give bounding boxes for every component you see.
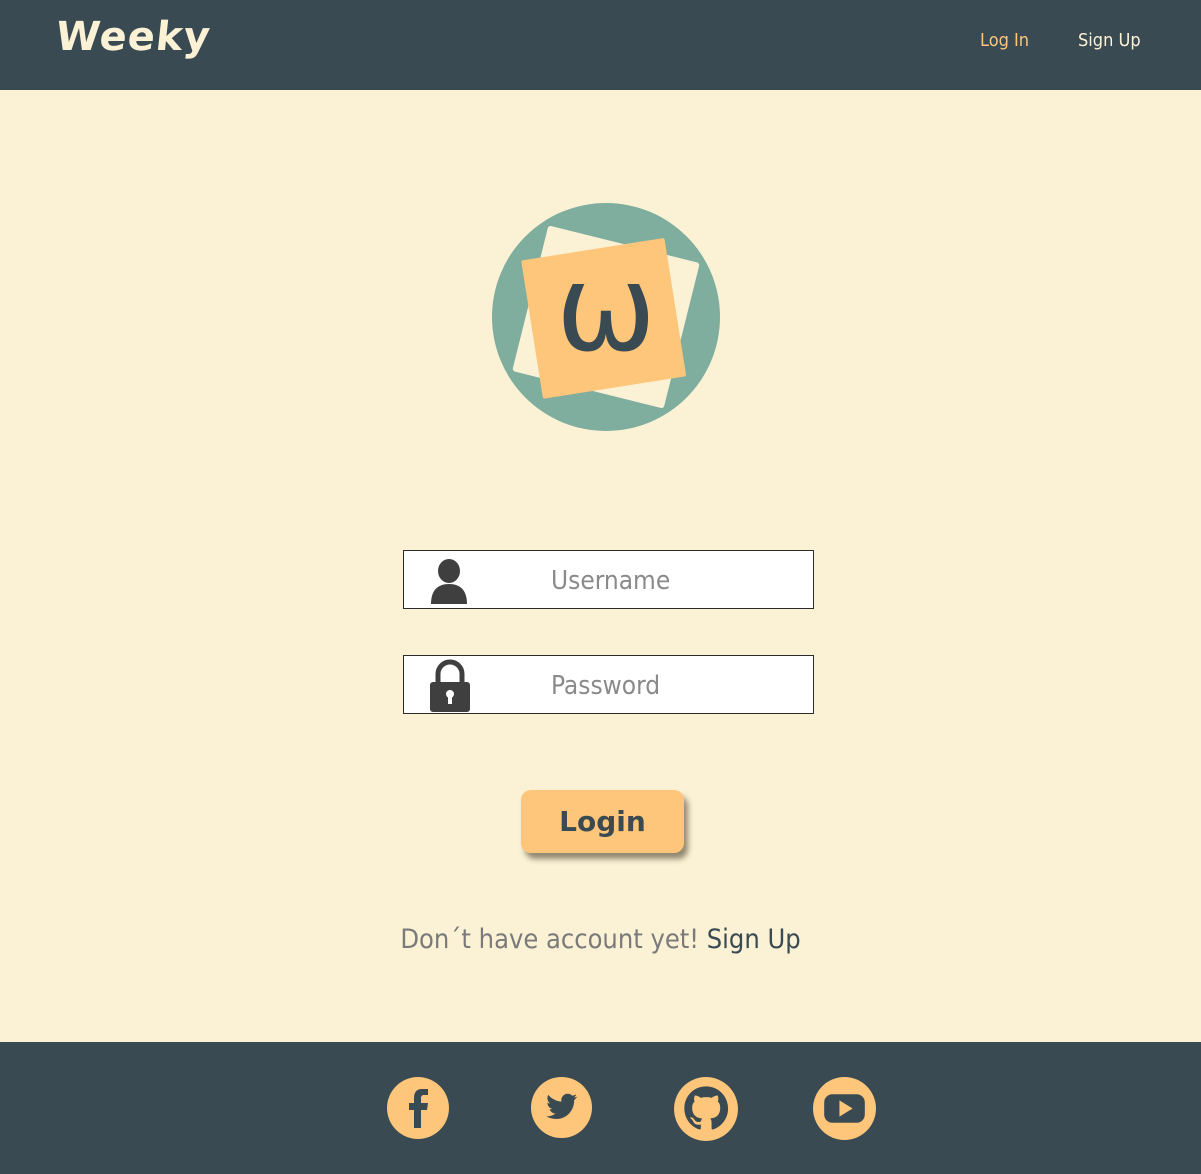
weeky-logo: ω bbox=[492, 203, 720, 431]
youtube-icon[interactable] bbox=[812, 1076, 877, 1141]
user-icon bbox=[431, 559, 467, 604]
password-input[interactable] bbox=[549, 665, 803, 707]
login-button[interactable]: Login bbox=[521, 790, 684, 853]
logo-letter: ω bbox=[556, 240, 657, 379]
signup-prompt: Don´t have account yet! Sign Up bbox=[0, 924, 1201, 955]
password-field[interactable] bbox=[403, 655, 814, 714]
nav-signup-link[interactable]: Sign Up bbox=[1078, 30, 1141, 51]
username-field[interactable] bbox=[403, 550, 814, 609]
facebook-icon[interactable] bbox=[386, 1076, 450, 1140]
signup-link[interactable]: Sign Up bbox=[707, 924, 801, 955]
nav-login-link[interactable]: Log In bbox=[980, 30, 1029, 51]
footer bbox=[0, 1042, 1201, 1174]
twitter-icon[interactable] bbox=[530, 1076, 593, 1139]
brand-logo-text[interactable]: Weeky bbox=[54, 14, 213, 60]
top-navbar: Weeky Log In Sign Up bbox=[0, 0, 1201, 90]
username-input[interactable] bbox=[549, 560, 803, 602]
lock-icon bbox=[430, 659, 470, 712]
github-icon[interactable] bbox=[673, 1076, 739, 1142]
signup-prompt-text: Don´t have account yet! bbox=[400, 924, 700, 955]
